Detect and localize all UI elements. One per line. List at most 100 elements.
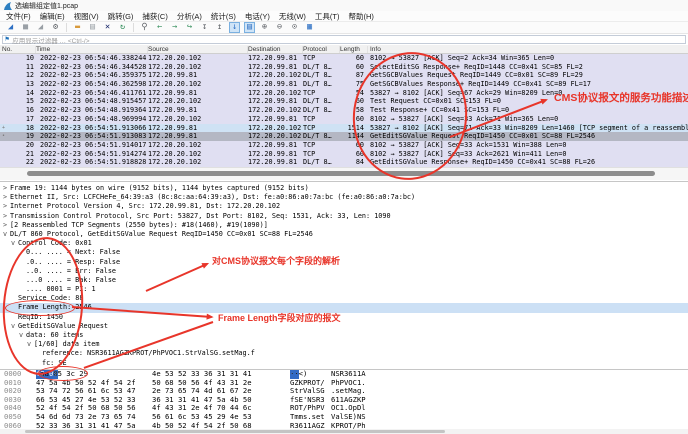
packet-cell-dst: 172.20.99.81 <box>248 158 297 167</box>
detail-line[interactable]: >Frame 19: 1144 bytes on wire (9152 bits… <box>0 184 688 193</box>
go-forward-icon[interactable]: → <box>169 22 180 33</box>
colorize-packets-icon[interactable]: ▤ <box>244 22 255 33</box>
expand-arrow-icon[interactable]: > <box>3 184 10 193</box>
expand-arrow-icon[interactable]: > <box>3 212 10 221</box>
hscrollbar-thumb[interactable] <box>27 171 655 176</box>
detail-line[interactable]: Service Code: 88 <box>0 294 688 303</box>
menu-item[interactable]: 帮助(H) <box>349 11 374 22</box>
packet-cell-info: 53827 → 8102 [ACK] Seq=67 Ack=29 Win=820… <box>370 89 562 98</box>
packet-cell-info: 53827 → 8102 [ACK] Seq=71 Ack=33 Win=820… <box>370 124 688 133</box>
expand-arrow-icon[interactable]: > <box>3 193 10 202</box>
main-toolbar: ◢ ■ ◢ ⚙ ▬ ▤ ✕ ↻ ⚲ ← → ↪ ↧ ↥ ↓ ▤ ⊕ ⊖ ⊙ ▦ <box>0 22 688 34</box>
go-last-packet-icon[interactable]: ↧ <box>199 22 210 33</box>
detail-line[interactable]: >[2 Reassembled TCP Segments (2550 bytes… <box>0 221 688 230</box>
packet-cell-len: 87 <box>340 71 364 80</box>
expand-arrow-icon[interactable]: v <box>19 331 26 340</box>
expand-arrow-icon[interactable]: v <box>11 239 18 248</box>
menu-item[interactable]: 无线(W) <box>279 11 306 22</box>
packet-row[interactable]: 212022-02-23 06:54:51.914274172.20.20.10… <box>0 150 688 159</box>
detail-line[interactable]: vdata: 60 items <box>0 331 688 340</box>
packet-row[interactable]: 102022-02-23 06:54:46.338244172.20.20.10… <box>0 54 688 63</box>
col-source[interactable]: Source <box>148 46 248 53</box>
packet-row[interactable]: 152022-02-23 06:54:48.915457172.20.20.10… <box>0 97 688 106</box>
detail-line[interactable]: reference: NSR3611AGZKPROT/PhPVOC1.StrVa… <box>0 349 688 358</box>
menu-item[interactable]: 跳转(G) <box>108 11 134 22</box>
zoom-original-icon[interactable]: ⊙ <box>289 22 300 33</box>
menu-item[interactable]: 分析(A) <box>177 11 202 22</box>
expand-arrow-icon[interactable]: v <box>3 230 10 239</box>
restart-capture-icon[interactable]: ◢ <box>35 22 46 33</box>
detail-line[interactable]: ..0. .... = Err: False <box>0 267 688 276</box>
packet-row[interactable]: 202022-02-23 06:54:51.914017172.20.20.10… <box>0 141 688 150</box>
menu-item[interactable]: 电话(Y) <box>245 11 270 22</box>
detail-line[interactable]: >Ethernet II, Src: LCFCHeFe_64:39:a3 (8c… <box>0 193 688 202</box>
detail-line[interactable]: v[1/60] data item <box>0 340 688 349</box>
capture-options-icon[interactable]: ⚙ <box>50 22 61 33</box>
packet-row[interactable]: 162022-02-23 06:54:48.919364172.20.99.81… <box>0 106 688 115</box>
col-destination[interactable]: Destination <box>248 46 303 53</box>
packet-row[interactable]: 142022-02-23 06:54:46.411761172.20.99.81… <box>0 89 688 98</box>
find-packet-icon[interactable]: ⚲ <box>139 22 150 33</box>
detail-line[interactable]: fc: SE <box>0 359 688 368</box>
go-to-packet-icon[interactable]: ↪ <box>184 22 195 33</box>
packet-row[interactable]: +182022-02-23 06:54:51.913066172.20.99.8… <box>0 124 688 133</box>
menu-item[interactable]: 捕获(C) <box>142 11 167 22</box>
resize-columns-icon[interactable]: ▦ <box>304 22 315 33</box>
detail-line[interactable]: ...0 .... = Bak: False <box>0 276 688 285</box>
packet-cell-len: 75 <box>340 80 364 89</box>
packet-cell-src: 172.20.20.102 <box>148 63 201 72</box>
save-file-icon[interactable]: ▤ <box>87 22 98 33</box>
col-no[interactable]: No. <box>2 46 36 53</box>
packet-list: 102022-02-23 06:54:46.338244172.20.20.10… <box>0 54 688 167</box>
detail-line[interactable]: vDL/T 860 Protocol, GetEditSGValue Reque… <box>0 230 688 239</box>
detail-line[interactable]: 0... .... = Next: False <box>0 248 688 257</box>
bytes-hscrollbar-thumb[interactable] <box>25 430 445 433</box>
menu-item[interactable]: 统计(S) <box>211 11 236 22</box>
expand-arrow-icon[interactable]: v <box>27 340 34 349</box>
menu-item[interactable]: 视图(V) <box>74 11 99 22</box>
packet-cell-dst: 172.20.99.81 <box>248 150 297 159</box>
packet-row[interactable]: 122022-02-23 06:54:46.359375172.20.99.81… <box>0 71 688 80</box>
start-capture-icon[interactable]: ◢ <box>5 22 16 33</box>
detail-line[interactable]: vControl Code: 0x01 <box>0 239 688 248</box>
display-filter-input[interactable]: ⚑ 应用显示过滤器 … <Ctrl-/> <box>2 35 686 44</box>
zoom-out-icon[interactable]: ⊖ <box>274 22 285 33</box>
packet-cell-src: 172.20.20.102 <box>148 80 201 89</box>
stop-capture-icon[interactable]: ■ <box>20 22 31 33</box>
packet-cell-dst: 172.20.99.81 <box>248 63 297 72</box>
packet-cell-time: 2022-02-23 06:54:48.915457 <box>40 97 146 106</box>
packet-row[interactable]: •192022-02-23 06:54:51.913083172.20.99.8… <box>0 132 688 141</box>
detail-line[interactable]: .... 0001 = PI: 1 <box>0 285 688 294</box>
expand-arrow-icon[interactable]: v <box>11 322 18 331</box>
detail-line[interactable]: >Transmission Control Protocol, Src Port… <box>0 212 688 221</box>
packet-row[interactable]: 132022-02-23 06:54:46.362598172.20.20.10… <box>0 80 688 89</box>
packet-cell-len: 60 <box>340 141 364 150</box>
packet-row[interactable]: 112022-02-23 06:54:46.344528172.20.20.10… <box>0 63 688 72</box>
detail-line[interactable]: vGetEditSGValue Request <box>0 322 688 331</box>
col-time[interactable]: Time <box>36 46 148 53</box>
go-first-packet-icon[interactable]: ↥ <box>214 22 225 33</box>
detail-line[interactable]: >Internet Protocol Version 4, Src: 172.2… <box>0 202 688 211</box>
close-file-icon[interactable]: ✕ <box>102 22 113 33</box>
menu-item[interactable]: 文件(F) <box>6 11 31 22</box>
open-file-icon[interactable]: ▬ <box>72 22 83 33</box>
col-length[interactable]: Length <box>340 46 368 53</box>
toolbar-separator <box>66 23 67 32</box>
menu-item[interactable]: 编辑(E) <box>40 11 65 22</box>
detail-line[interactable]: Frame Length: 2546 <box>0 303 688 312</box>
col-protocol[interactable]: Protocol <box>303 46 340 53</box>
filter-bookmark-icon[interactable]: ⚑ <box>5 36 9 43</box>
col-info[interactable]: Info <box>370 46 682 53</box>
zoom-in-icon[interactable]: ⊕ <box>259 22 270 33</box>
auto-scroll-icon[interactable]: ↓ <box>229 22 240 33</box>
expand-arrow-icon[interactable]: > <box>3 202 10 211</box>
detail-line[interactable]: .0.. .... = Resp: False <box>0 258 688 267</box>
packet-row[interactable]: 172022-02-23 06:54:48.969994172.20.20.10… <box>0 115 688 124</box>
packet-row[interactable]: 222022-02-23 06:54:51.918828172.20.20.10… <box>0 158 688 167</box>
go-back-icon[interactable]: ← <box>154 22 165 33</box>
expand-arrow-icon[interactable]: > <box>3 221 10 230</box>
detail-text: Transmission Control Protocol, Src Port:… <box>10 212 391 220</box>
reload-file-icon[interactable]: ↻ <box>117 22 128 33</box>
detail-line[interactable]: ReqID: 1450 <box>0 313 688 322</box>
menu-item[interactable]: 工具(T) <box>315 11 340 22</box>
